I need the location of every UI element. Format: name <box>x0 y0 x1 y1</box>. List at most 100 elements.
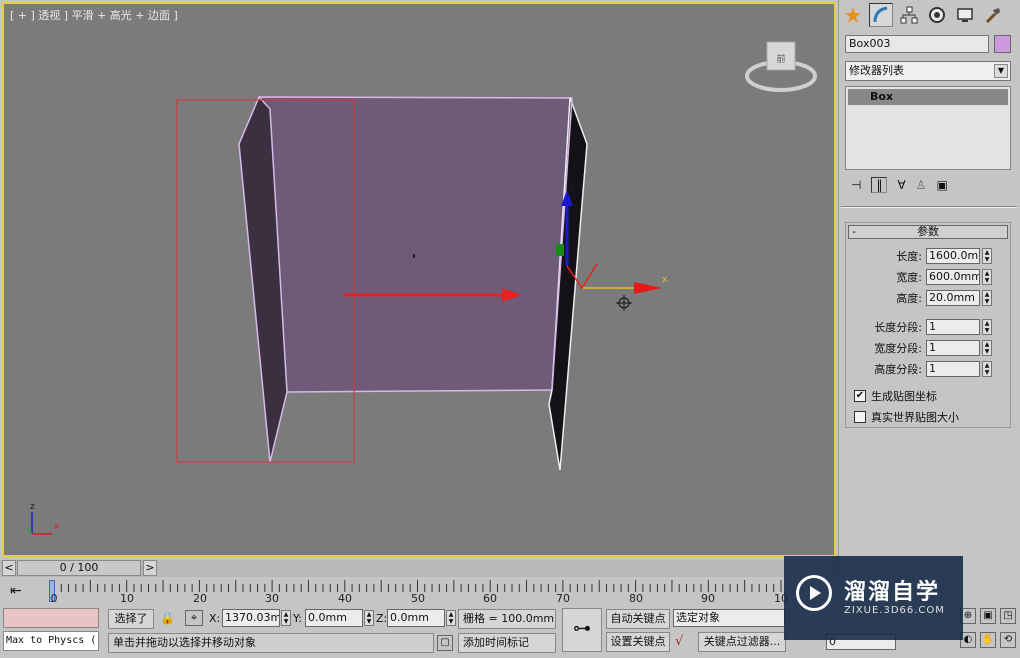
checkbox-real-world[interactable]: 真实世界贴图大小 <box>846 406 1010 427</box>
y-coord-field[interactable]: 0.0mm <box>305 609 363 627</box>
rollout-header[interactable]: - 参数 <box>848 225 1008 239</box>
checkbox[interactable] <box>854 410 866 423</box>
maxscript-listener[interactable] <box>3 608 99 628</box>
rollout-title: 参数 <box>917 225 939 238</box>
track-bar-ruler <box>53 580 782 592</box>
make-unique-icon[interactable]: ∀ <box>897 178 905 192</box>
param-input[interactable]: 1600.0mm <box>926 247 980 264</box>
viewcube: 前 <box>745 41 817 92</box>
divider <box>841 206 1017 208</box>
show-end-result-icon[interactable]: ‖ <box>871 177 888 193</box>
track-bar[interactable]: ⇤ 0 10 20 30 40 50 60 70 80 90 10 <box>0 578 838 605</box>
modifier-stack-item[interactable]: Box <box>848 89 1008 105</box>
maxscript-input[interactable]: Max to Physcs ( <box>3 631 99 651</box>
gizmo-z-label: z <box>570 183 575 193</box>
param-width-segs: 宽度分段: 1 ▲ ▼ <box>846 337 1010 358</box>
transform-mode-icon[interactable]: ⌖ <box>185 610 203 626</box>
viewcube-face-label: 前 <box>776 53 785 65</box>
orbit-icon[interactable]: ⟲ <box>1000 632 1016 648</box>
perspective-viewport[interactable]: [ + ] 透视 ] 平滑 + 高光 + 边面 ] x z 前 z x <box>2 2 836 557</box>
param-label: 长度分段: <box>874 320 922 334</box>
time-slider-thumb[interactable]: 0 / 100 <box>17 560 141 576</box>
set-key-icon[interactable]: ⊶ <box>562 608 602 652</box>
hierarchy-icon[interactable] <box>897 3 921 27</box>
checkbox-label: 真实世界贴图大小 <box>871 410 959 424</box>
param-label: 长度: <box>896 249 922 263</box>
spinner-icon[interactable]: ▲ ▼ <box>982 318 992 335</box>
gizmo-x-label: x <box>662 275 668 285</box>
svg-text:z: z <box>30 502 35 512</box>
key-mode-icon[interactable]: √ <box>675 634 683 649</box>
checkbox-gen-mapping[interactable]: ✔ 生成贴图坐标 <box>846 385 1010 406</box>
modifier-stack[interactable]: Box <box>845 86 1011 170</box>
selection-status: 选择了 <box>108 609 154 629</box>
modifier-list-label: 修改器列表 <box>849 64 904 77</box>
time-slider-bar: < 0 / 100 > <box>0 560 838 577</box>
param-input[interactable]: 1 <box>926 360 980 377</box>
spinner-icon[interactable]: ▲ ▼ <box>982 289 992 306</box>
param-length-segs: 长度分段: 1 ▲ ▼ <box>846 316 1010 337</box>
key-selection-dropdown[interactable]: 选定对象 <box>673 609 785 627</box>
object-color-swatch[interactable] <box>994 35 1011 53</box>
spinner-icon[interactable]: ▲ ▼ <box>364 610 374 626</box>
object-name-field[interactable]: Box003 <box>845 35 989 53</box>
modifier-list-dropdown[interactable]: 修改器列表 ▼ <box>845 61 1011 81</box>
auto-key-button[interactable]: 自动关键点 <box>606 609 670 629</box>
param-input[interactable]: 20.0mm <box>926 289 980 306</box>
viewport-nav-controls: ⊕ ▣ ◳ <box>960 608 1016 624</box>
spinner-icon[interactable]: ▲ ▼ <box>982 268 992 285</box>
motion-icon[interactable] <box>925 3 949 27</box>
param-label: 宽度: <box>896 270 922 284</box>
z-coord-field[interactable]: 0.0mm <box>387 609 445 627</box>
checkbox[interactable]: ✔ <box>854 389 866 402</box>
watermark-url: ZIXUE.3D66.COM <box>844 605 945 616</box>
configure-modifier-sets-icon[interactable]: ▣ <box>936 178 947 192</box>
param-height-segs: 高度分段: 1 ▲ ▼ <box>846 358 1010 379</box>
move-cursor-icon <box>616 295 632 311</box>
param-input[interactable]: 600.0mm <box>926 268 980 285</box>
spinner-icon[interactable]: ▲ ▼ <box>982 339 992 356</box>
maximize-viewport-icon[interactable]: ◳ <box>1000 608 1016 624</box>
add-time-tag-button[interactable]: 添加时间标记 <box>458 633 556 653</box>
watermark-overlay: 溜溜自学 ZIXUE.3D66.COM <box>784 556 963 640</box>
remove-modifier-icon[interactable]: ♙ <box>916 178 927 192</box>
time-tag-icon[interactable]: ▢ <box>437 635 453 651</box>
lock-icon[interactable]: 🔒 <box>160 611 175 625</box>
zoom-extents-icon[interactable]: ▣ <box>980 608 996 624</box>
param-length: 长度: 1600.0mm ▲▼ <box>846 245 1010 266</box>
next-frame-button[interactable]: > <box>143 560 157 576</box>
grid-size-display: 栅格 = 100.0mm <box>458 609 556 629</box>
modifier-stack-toolbar: ⊣ ‖ ∀ ♙ ▣ <box>851 177 948 193</box>
pan-icon[interactable]: ✋ <box>980 632 996 648</box>
display-icon[interactable] <box>953 3 977 27</box>
param-input[interactable]: 1 <box>926 318 980 335</box>
spinner-icon[interactable]: ▲ ▼ <box>982 247 992 264</box>
command-panel-tabs <box>841 3 1005 27</box>
x-label: X: <box>209 612 221 625</box>
utilities-icon[interactable] <box>981 3 1005 27</box>
modify-icon[interactable] <box>869 3 893 27</box>
axis-tripod: z x <box>27 502 60 535</box>
spinner-icon[interactable]: ▲ ▼ <box>446 610 456 626</box>
param-input[interactable]: 1 <box>926 339 980 356</box>
param-width: 宽度: 600.0mm ▲ ▼ <box>846 266 1010 287</box>
spinner-icon[interactable]: ▲ ▼ <box>982 360 992 377</box>
scene-canvas[interactable]: x z 前 z x <box>4 4 834 555</box>
play-logo-icon <box>796 575 832 611</box>
z-label: Z: <box>376 612 388 625</box>
create-icon[interactable] <box>841 3 865 27</box>
key-filters-button[interactable]: 关键点过滤器... <box>698 632 786 652</box>
track-bar-labels: 0 10 20 30 40 50 60 70 80 90 10 <box>50 592 789 605</box>
spinner-icon[interactable]: ▲ ▼ <box>281 610 291 626</box>
x-coord-field[interactable]: 1370.03mm <box>222 609 280 627</box>
y-label: Y: <box>293 612 302 625</box>
chevron-down-icon[interactable]: ▼ <box>994 64 1008 78</box>
param-label: 宽度分段: <box>874 341 922 355</box>
set-key-button[interactable]: 设置关键点 <box>606 632 670 652</box>
pin-stack-icon[interactable]: ⊣ <box>851 178 861 192</box>
rollout-collapse-icon[interactable]: - <box>852 226 856 238</box>
parameters-rollout: - 参数 长度: 1600.0mm ▲▼ 宽度: 600.0mm ▲▼ 高度: … <box>845 222 1011 428</box>
prev-frame-button[interactable]: < <box>2 560 16 576</box>
prompt-line: 单击并拖动以选择并移动对象 <box>108 633 434 653</box>
box-back-panel <box>258 96 573 393</box>
